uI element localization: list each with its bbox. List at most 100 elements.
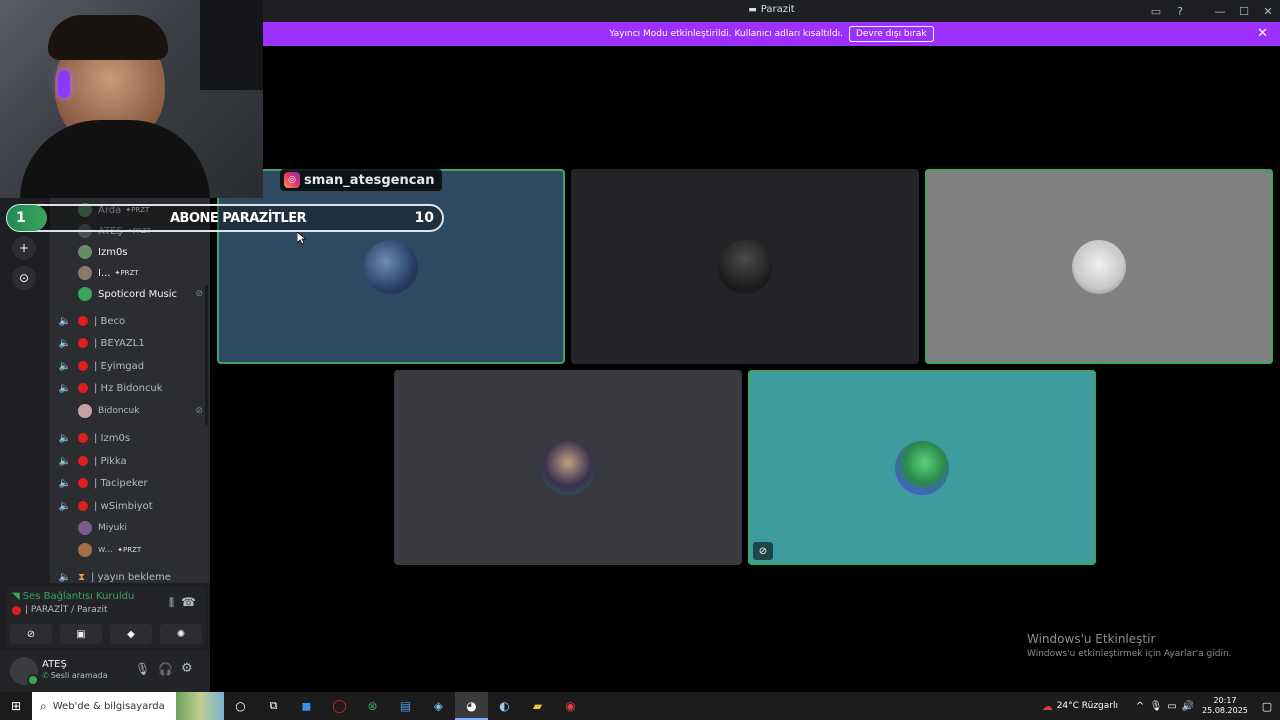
red-dot-icon — [12, 605, 21, 615]
list-item[interactable]: I... ✦PRZT — [78, 264, 139, 282]
list-item[interactable]: Spoticord Music ⊘ — [78, 285, 203, 303]
red-dot-icon — [78, 361, 88, 371]
red-dot-icon — [78, 338, 88, 348]
steam-icon[interactable]: ◐ — [488, 699, 521, 713]
inbox-icon[interactable]: ▭ — [1144, 0, 1168, 22]
soundboard-icon[interactable]: ✺ — [160, 624, 202, 644]
voice-channel[interactable]: 🔈 | Izm0s — [58, 429, 130, 447]
red-dot-icon — [78, 316, 88, 326]
avatar — [541, 440, 595, 495]
voice-channel[interactable]: 🔈 | Eyimgad — [58, 357, 144, 375]
headphones-icon[interactable]: 🎧 — [158, 662, 173, 676]
list-item[interactable]: Izm0s — [78, 243, 128, 261]
microphone-icon[interactable]: 🎙 — [135, 662, 150, 676]
voice-channel[interactable]: 🔈 | Hz Bidoncuk — [58, 379, 163, 397]
voice-channel[interactable]: 🔈 | Pikka — [58, 452, 127, 470]
speaker-icon: 🔈 — [58, 477, 72, 489]
network-icon[interactable]: ▭ — [1164, 701, 1180, 712]
deafened-icon: ⊘ — [195, 289, 203, 299]
channel-list: Arda ✦PRZT ATEŞ ✦PRZT Izm0s I... ✦PRZT S… — [50, 198, 210, 583]
file-explorer-icon[interactable]: ▰ — [521, 699, 554, 713]
speaker-icon: 🔈 — [58, 500, 72, 512]
speaker-icon: 🔈 — [58, 455, 72, 467]
participant-tile[interactable]: ⊘ — [748, 370, 1096, 565]
activation-watermark: Windows'u Etkinleştir Windows'u etkinleş… — [1027, 632, 1232, 659]
microphone-icon[interactable]: 🎙 — [1148, 701, 1164, 712]
speaker-icon: 🔈 — [58, 337, 72, 349]
gear-icon[interactable]: ⚙ — [181, 661, 193, 676]
discover-icon[interactable]: ⊙ — [12, 266, 36, 290]
goal-progress — [7, 205, 47, 231]
close-icon[interactable]: ✕ — [1256, 0, 1280, 22]
volume-icon[interactable]: 🔊 — [1180, 701, 1196, 712]
list-item[interactable]: Bidoncuk ⊘ — [78, 402, 203, 420]
opera-icon[interactable]: ◯ — [323, 699, 356, 714]
chevron-up-icon[interactable]: ^ — [1132, 701, 1148, 712]
voice-channel-link[interactable]: | PARAZİT / Parazit — [12, 605, 108, 615]
close-icon[interactable]: ✕ — [1257, 26, 1268, 41]
disconnect-icon[interactable]: ☎ — [181, 595, 196, 609]
subscriber-goal-bar: 1 ABONE PARAZİTLER 10 — [6, 204, 444, 232]
help-icon[interactable]: ? — [1168, 0, 1192, 22]
screen-share-icon[interactable]: ▣ — [60, 624, 102, 644]
voice-status: Ses Bağlantısı Kuruldu — [22, 591, 135, 602]
avatar — [364, 239, 418, 294]
xbox-icon[interactable]: ⊗ — [356, 699, 389, 713]
camera-off-icon[interactable]: ⊘ — [10, 624, 52, 644]
instagram-icon: ◎ — [284, 172, 300, 188]
store-icon[interactable]: ▤ — [389, 699, 422, 713]
participant-tile[interactable] — [217, 169, 565, 364]
search-box[interactable]: ⌕ Web'de & bilgisayarda — [32, 692, 224, 720]
red-dot-icon — [78, 433, 88, 443]
weather-text[interactable]: 24°C Rüzgarlı — [1057, 701, 1118, 711]
discord-icon[interactable]: ◕ — [455, 692, 488, 720]
disable-button[interactable]: Devre dışı bırak — [848, 26, 934, 42]
username: ATEŞ — [42, 659, 67, 670]
app-icon[interactable]: ◈ — [422, 699, 455, 713]
weather-icon: ☁ — [1041, 699, 1053, 713]
voice-connection-panel: ◥ Ses Bağlantısı Kuruldu | PARAZİT / Par… — [6, 586, 206, 648]
streamer-mode-banner: Yayıncı Modu etkinleştirildi. Kullanıcı … — [263, 22, 1280, 46]
windows-start-icon[interactable]: ⊞ — [0, 699, 32, 713]
voice-channel[interactable]: 🔈 | BEYAZL1 — [58, 334, 145, 352]
avatar[interactable] — [10, 657, 39, 686]
app-logo-icon: ▬ — [748, 5, 757, 15]
notifications-icon[interactable]: ▢ — [1254, 700, 1280, 713]
avatar — [1072, 239, 1126, 294]
list-item[interactable]: w... ✦PRZT — [78, 541, 141, 559]
voice-channel[interactable]: 🔈 | Tacipeker — [58, 474, 148, 492]
maximize-icon[interactable]: ☐ — [1232, 0, 1256, 22]
avatar — [78, 245, 92, 259]
phone-icon: ✆ — [42, 671, 49, 680]
voice-channel[interactable]: 🔈 | wSimbiyot — [58, 497, 153, 515]
noise-suppression-icon[interactable]: ⫼ — [169, 596, 174, 610]
scrollbar[interactable] — [205, 285, 208, 425]
search-input: Web'de & bilgisayarda — [52, 700, 165, 712]
participant-tile[interactable] — [925, 169, 1273, 364]
avatar — [78, 266, 92, 280]
clock[interactable]: 20:17 25.08.2025 — [1196, 696, 1254, 716]
minimize-icon[interactable]: — — [1208, 0, 1232, 22]
obs-icon[interactable]: ◉ — [554, 699, 587, 713]
add-server-icon[interactable]: + — [12, 236, 36, 260]
speaker-icon: 🔈 — [58, 360, 72, 372]
list-item[interactable]: Miyuki — [78, 519, 127, 537]
task-view-icon[interactable]: ⧉ — [257, 699, 290, 713]
red-dot-icon — [78, 383, 88, 393]
red-dot-icon — [78, 501, 88, 511]
cortana-icon[interactable]: ○ — [224, 699, 257, 713]
participant-tile[interactable] — [571, 169, 919, 364]
mouse-cursor-icon — [297, 232, 306, 245]
red-dot-icon — [78, 456, 88, 466]
participant-tile[interactable] — [394, 370, 742, 565]
goal-target: 10 — [414, 210, 434, 226]
voice-channel[interactable]: 🔈 ⧗ | yayın bekleme — [58, 568, 171, 586]
user-bar: ATEŞ ✆ Sesli aramada 🎙 🎧 ⚙ — [0, 650, 210, 692]
speaker-icon: 🔈 — [58, 571, 72, 583]
avatar — [78, 521, 92, 535]
spoticord-avatar — [895, 440, 949, 495]
voice-channel[interactable]: 🔈 | Beco — [58, 312, 125, 330]
activity-icon[interactable]: ◆ — [110, 624, 152, 644]
speaker-icon: 🔈 — [58, 315, 72, 327]
outlook-icon[interactable]: ◼ — [290, 699, 323, 713]
